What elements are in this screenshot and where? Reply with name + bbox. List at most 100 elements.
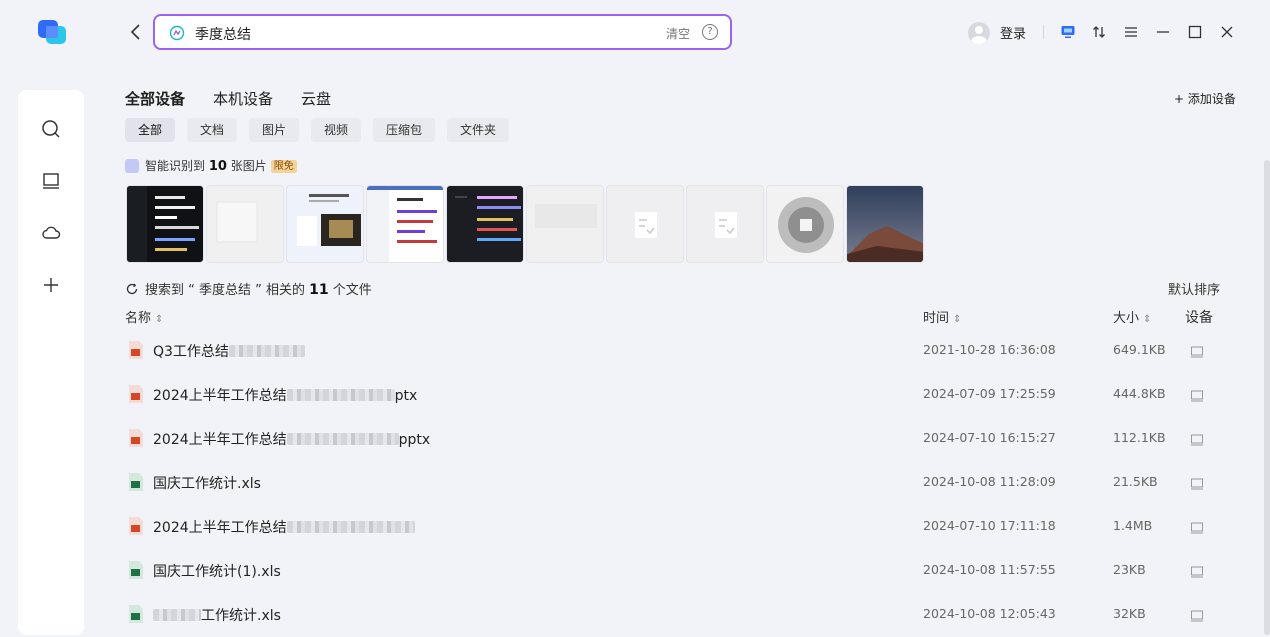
- file-time: 2024-07-10 16:15:27: [923, 430, 1056, 445]
- column-name-label: 名称: [125, 311, 152, 326]
- default-sort-button[interactable]: 默认排序: [1168, 279, 1220, 298]
- help-icon[interactable]: ?: [702, 24, 718, 40]
- screen-cast-icon[interactable]: [1057, 21, 1079, 43]
- file-size: 112.1KB: [1113, 430, 1166, 445]
- result-count: 11: [309, 282, 329, 298]
- result-suffix: 个文件: [332, 283, 372, 298]
- table-row[interactable]: 2024上半年工作总结 2024-07-10 17:11:18 1.4MB: [125, 505, 1235, 549]
- code-light-thumb[interactable]: [366, 185, 444, 263]
- doc-check-thumb[interactable]: [606, 185, 684, 263]
- column-time[interactable]: 时间 ⇕: [923, 307, 961, 326]
- computer-icon: [1190, 387, 1204, 402]
- ppt-file-icon: [129, 429, 143, 447]
- file-time: 2021-10-28 16:36:08: [923, 342, 1056, 357]
- table-row[interactable]: 国庆工作统计.xls 2024-10-08 11:28:09 21.5KB: [125, 461, 1235, 505]
- tab-local-device[interactable]: 本机设备: [213, 88, 273, 109]
- table-row[interactable]: 2024上半年工作总结 ptx 2024-07-09 17:25:59 444.8…: [125, 373, 1235, 417]
- column-time-label: 时间: [923, 311, 950, 326]
- file-time: 2024-10-08 12:05:43: [923, 606, 1056, 621]
- sort-icon: ⇕: [953, 314, 962, 325]
- file-name: 2024上半年工作总结 ptx: [153, 388, 418, 404]
- ai-prefix: 智能识别到: [145, 159, 206, 173]
- column-size[interactable]: 大小 ⇕: [1113, 307, 1151, 326]
- mountain-photo-thumb[interactable]: [846, 185, 924, 263]
- file-size: 21.5KB: [1113, 474, 1158, 489]
- result-summary: 搜索到 “ 季度总结 ” 相关的 11 个文件: [125, 279, 372, 300]
- file-name: Q3工作总结: [153, 341, 305, 361]
- file-name: 2024上半年工作总结 pptx: [153, 432, 431, 448]
- close-icon[interactable]: [1216, 21, 1238, 43]
- file-name: 工作统计.xls: [153, 605, 281, 625]
- ppt-file-icon: [129, 341, 143, 359]
- sort-icon: ⇕: [1143, 314, 1152, 325]
- file-name: 国庆工作统计(1).xls: [153, 564, 281, 580]
- blank-thumb[interactable]: [206, 185, 284, 263]
- column-name[interactable]: 名称 ⇕: [125, 307, 163, 326]
- filter-folders[interactable]: 文件夹: [447, 118, 509, 142]
- column-size-label: 大小: [1113, 311, 1140, 326]
- tab-all-devices[interactable]: 全部设备: [125, 88, 185, 109]
- back-arrow-icon[interactable]: [126, 22, 146, 42]
- xls-file-icon: [129, 473, 143, 491]
- scrollbar[interactable]: [1264, 160, 1270, 635]
- search-input[interactable]: 季度总结 清空 ?: [153, 14, 732, 50]
- avatar[interactable]: [968, 22, 990, 44]
- app-logo-icon: [36, 16, 68, 48]
- refresh-icon[interactable]: [125, 282, 139, 300]
- computer-icon: [1190, 431, 1204, 446]
- code-dark-thumb[interactable]: [446, 185, 524, 263]
- filter-all[interactable]: 全部: [125, 118, 175, 142]
- cloud-icon[interactable]: [40, 222, 62, 244]
- file-size: 649.1KB: [1113, 342, 1166, 357]
- sidebar: [18, 90, 84, 635]
- column-device: 设备: [1185, 310, 1213, 326]
- doc-check-thumb[interactable]: [686, 185, 764, 263]
- file-size: 23KB: [1113, 562, 1146, 577]
- search-icon[interactable]: [40, 118, 62, 140]
- tab-cloud-drive[interactable]: 云盘: [301, 88, 331, 109]
- table-row[interactable]: 国庆工作统计(1).xls 2024-10-08 11:57:55 23KB: [125, 549, 1235, 593]
- sort-icon: ⇕: [155, 314, 164, 325]
- add-icon[interactable]: [40, 274, 62, 296]
- file-size: 444.8KB: [1113, 386, 1166, 401]
- login-button[interactable]: 登录: [1000, 23, 1026, 42]
- free-badge: 限免: [270, 160, 297, 173]
- computer-icon[interactable]: [40, 170, 62, 192]
- ai-search-icon: [169, 25, 185, 41]
- file-time: 2024-07-09 17:25:59: [923, 386, 1056, 401]
- xls-file-icon: [129, 561, 143, 579]
- table-row[interactable]: 工作统计.xls 2024-10-08 12:05:43 32KB: [125, 593, 1235, 637]
- app-promo-thumb[interactable]: [286, 185, 364, 263]
- computer-icon: [1190, 607, 1204, 622]
- ppt-file-icon: [129, 385, 143, 403]
- blank-thumb[interactable]: [526, 185, 604, 263]
- menu-icon[interactable]: [1120, 21, 1142, 43]
- filter-images[interactable]: 图片: [249, 118, 299, 142]
- maximize-icon[interactable]: [1184, 21, 1206, 43]
- computer-icon: [1190, 519, 1204, 534]
- computer-icon: [1190, 563, 1204, 578]
- computer-icon: [1190, 343, 1204, 358]
- ai-recognition-icon: [125, 159, 139, 173]
- code-screenshot-thumb[interactable]: [126, 185, 204, 263]
- table-row[interactable]: 2024上半年工作总结 pptx 2024-07-10 16:15:27 112.…: [125, 417, 1235, 461]
- file-time: 2024-07-10 17:11:18: [923, 518, 1056, 533]
- blurred-circle-thumb[interactable]: [766, 185, 844, 263]
- add-device-button[interactable]: + 添加设备: [1174, 90, 1236, 107]
- file-name: 国庆工作统计.xls: [153, 476, 261, 492]
- filter-videos[interactable]: 视频: [311, 118, 361, 142]
- search-query-text[interactable]: 季度总结: [195, 24, 251, 44]
- table-row[interactable]: Q3工作总结 2021-10-28 16:36:08 649.1KB: [125, 329, 1235, 373]
- file-time: 2024-10-08 11:57:55: [923, 562, 1056, 577]
- clear-button[interactable]: 清空: [666, 25, 690, 42]
- ai-count: 10: [208, 159, 227, 174]
- transfer-icon[interactable]: [1088, 21, 1110, 43]
- xls-file-icon: [129, 605, 143, 623]
- minimize-icon[interactable]: [1152, 21, 1174, 43]
- file-size: 1.4MB: [1113, 518, 1153, 533]
- file-name: 2024上半年工作总结: [153, 517, 415, 537]
- file-size: 32KB: [1113, 606, 1146, 621]
- filter-documents[interactable]: 文档: [187, 118, 237, 142]
- ppt-file-icon: [129, 517, 143, 535]
- filter-archives[interactable]: 压缩包: [373, 118, 435, 142]
